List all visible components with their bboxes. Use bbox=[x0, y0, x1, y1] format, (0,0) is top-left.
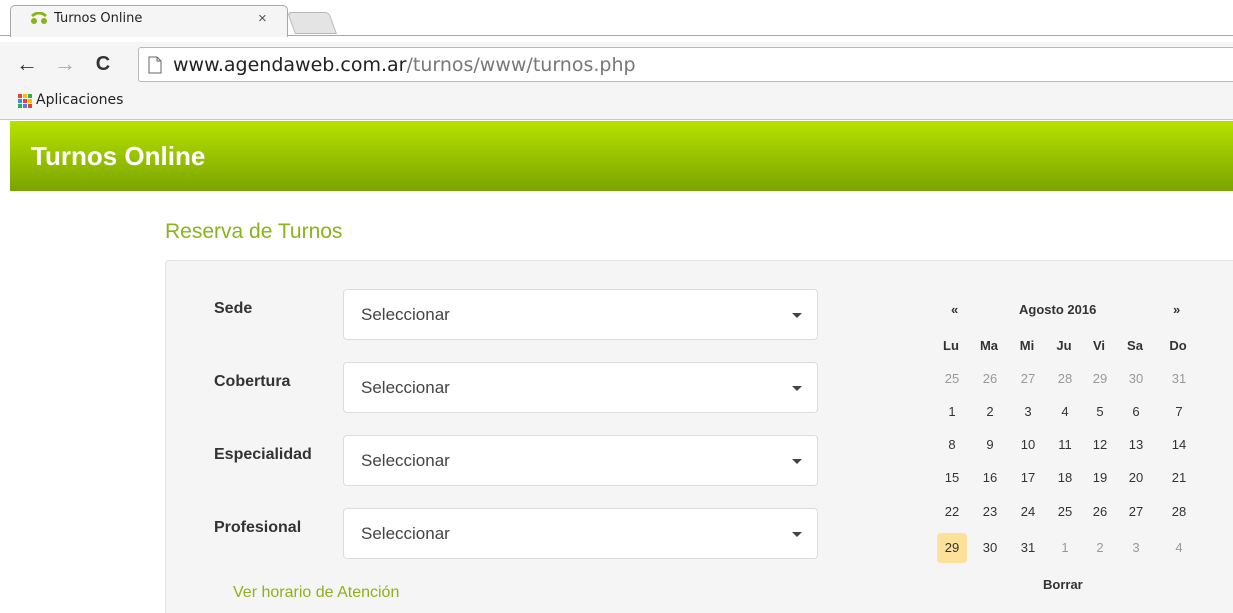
calendar-day[interactable]: 18 bbox=[1050, 463, 1080, 493]
calendar-day[interactable]: 6 bbox=[1121, 397, 1151, 427]
profesional-label: Profesional bbox=[214, 519, 302, 536]
calendar-day[interactable]: 25 bbox=[1050, 497, 1080, 527]
calendar-day[interactable]: 9 bbox=[975, 430, 1005, 460]
url-path: /turnos/www/turnos.php bbox=[406, 54, 636, 76]
calendar-day[interactable]: 16 bbox=[975, 463, 1005, 493]
calendar-month-title[interactable]: Agosto 2016 bbox=[1019, 302, 1096, 317]
calendar-day[interactable]: 1 bbox=[1050, 533, 1080, 563]
sede-select[interactable]: Seleccionar bbox=[343, 289, 818, 340]
page-document-icon bbox=[148, 56, 162, 74]
chevron-down-icon bbox=[792, 459, 802, 464]
calendar-day[interactable]: 26 bbox=[1085, 497, 1115, 527]
page-title: Reserva de Turnos bbox=[165, 220, 343, 243]
chevron-down-icon bbox=[792, 386, 802, 391]
calendar-day[interactable]: 28 bbox=[1050, 364, 1080, 394]
calendar-weekday: Ma bbox=[979, 338, 999, 353]
chevron-down-icon bbox=[792, 313, 802, 318]
calendar-day[interactable]: 25 bbox=[937, 364, 967, 394]
calendar-day[interactable]: 3 bbox=[1013, 397, 1043, 427]
back-arrow-icon[interactable]: ← bbox=[14, 52, 40, 78]
new-tab-button[interactable] bbox=[286, 12, 338, 34]
cobertura-select[interactable]: Seleccionar bbox=[343, 362, 818, 413]
address-bar[interactable]: www.agendaweb.com.ar/turnos/www/turnos.p… bbox=[138, 47, 1233, 82]
tab-title: Turnos Online bbox=[54, 11, 143, 26]
calendar-day[interactable]: 24 bbox=[1013, 497, 1043, 527]
calendar-day[interactable]: 19 bbox=[1085, 463, 1115, 493]
calendar-day[interactable]: 2 bbox=[1085, 533, 1115, 563]
calendar-weekday: Lu bbox=[943, 338, 959, 353]
calendar-clear-button[interactable]: Borrar bbox=[1043, 577, 1083, 592]
calendar-day[interactable]: 7 bbox=[1164, 397, 1194, 427]
browser-toolbar: ← → C www.agendaweb.com.ar/turnos/www/tu… bbox=[0, 42, 1233, 86]
profesional-select-value: Seleccionar bbox=[361, 524, 450, 543]
calendar-day[interactable]: 8 bbox=[937, 430, 967, 460]
calendar-day[interactable]: 15 bbox=[937, 463, 967, 493]
forward-arrow-icon[interactable]: → bbox=[52, 52, 78, 78]
calendar-day[interactable]: 2 bbox=[975, 397, 1005, 427]
especialidad-select-value: Seleccionar bbox=[361, 451, 450, 470]
calendar-prev-button[interactable]: « bbox=[951, 302, 958, 317]
sede-label: Sede bbox=[214, 300, 253, 317]
calendar-day[interactable]: 12 bbox=[1085, 430, 1115, 460]
calendar-weekday: Do bbox=[1169, 338, 1187, 353]
calendar-day[interactable]: 29 bbox=[1085, 364, 1115, 394]
calendar-day[interactable]: 31 bbox=[1164, 364, 1194, 394]
site-navbar: Turnos Online bbox=[10, 121, 1233, 191]
especialidad-select[interactable]: Seleccionar bbox=[343, 435, 818, 486]
calendar-day[interactable]: 5 bbox=[1085, 397, 1115, 427]
cobertura-select-value: Seleccionar bbox=[361, 378, 450, 397]
profesional-select[interactable]: Seleccionar bbox=[343, 508, 818, 559]
bookmarks-bar: Aplicaciones bbox=[0, 86, 1233, 120]
calendar-day[interactable]: 21 bbox=[1164, 463, 1194, 493]
sede-select-value: Seleccionar bbox=[361, 305, 450, 324]
calendar-day[interactable]: 10 bbox=[1013, 430, 1043, 460]
calendar-day[interactable]: 27 bbox=[1121, 497, 1151, 527]
chevron-down-icon bbox=[792, 532, 802, 537]
calendar-day[interactable]: 30 bbox=[975, 533, 1005, 563]
calendar-day[interactable]: 22 bbox=[937, 497, 967, 527]
calendar-day-today[interactable]: 29 bbox=[937, 533, 967, 563]
calendar-day[interactable]: 26 bbox=[975, 364, 1005, 394]
calendar-weekday: Vi bbox=[1092, 338, 1106, 353]
calendar-weekday: Ju bbox=[1056, 338, 1072, 353]
brand-title[interactable]: Turnos Online bbox=[31, 141, 205, 172]
calendar-day[interactable]: 30 bbox=[1121, 364, 1151, 394]
reload-icon[interactable]: C bbox=[90, 52, 116, 78]
calendar-day[interactable]: 23 bbox=[975, 497, 1005, 527]
calendar-day[interactable]: 17 bbox=[1013, 463, 1043, 493]
calendar-day[interactable]: 27 bbox=[1013, 364, 1043, 394]
cobertura-label: Cobertura bbox=[214, 373, 291, 390]
opening-hours-link[interactable]: Ver horario de Atención bbox=[233, 584, 399, 602]
site-favicon-icon bbox=[31, 12, 47, 24]
especialidad-label: Especialidad bbox=[214, 446, 312, 463]
calendar-day[interactable]: 11 bbox=[1050, 430, 1080, 460]
calendar-day[interactable]: 4 bbox=[1164, 533, 1194, 563]
calendar-day[interactable]: 4 bbox=[1050, 397, 1080, 427]
calendar-day[interactable]: 3 bbox=[1121, 533, 1151, 563]
tab-close-icon[interactable]: × bbox=[258, 10, 267, 27]
apps-grid-icon[interactable] bbox=[18, 94, 32, 108]
apps-bookmark-label[interactable]: Aplicaciones bbox=[36, 92, 123, 108]
calendar-day[interactable]: 31 bbox=[1013, 533, 1043, 563]
calendar-next-button[interactable]: » bbox=[1173, 302, 1180, 317]
url-host: www.agendaweb.com.ar bbox=[173, 54, 407, 76]
calendar-day[interactable]: 28 bbox=[1164, 497, 1194, 527]
browser-tab[interactable] bbox=[10, 5, 288, 37]
calendar-day[interactable]: 14 bbox=[1164, 430, 1194, 460]
calendar-weekday: Sa bbox=[1127, 338, 1143, 353]
calendar-day[interactable]: 13 bbox=[1121, 430, 1151, 460]
calendar-day[interactable]: 20 bbox=[1121, 463, 1151, 493]
calendar-weekday: Mi bbox=[1019, 338, 1035, 353]
url-text: www.agendaweb.com.ar/turnos/www/turnos.p… bbox=[173, 54, 636, 76]
calendar-day[interactable]: 1 bbox=[937, 397, 967, 427]
